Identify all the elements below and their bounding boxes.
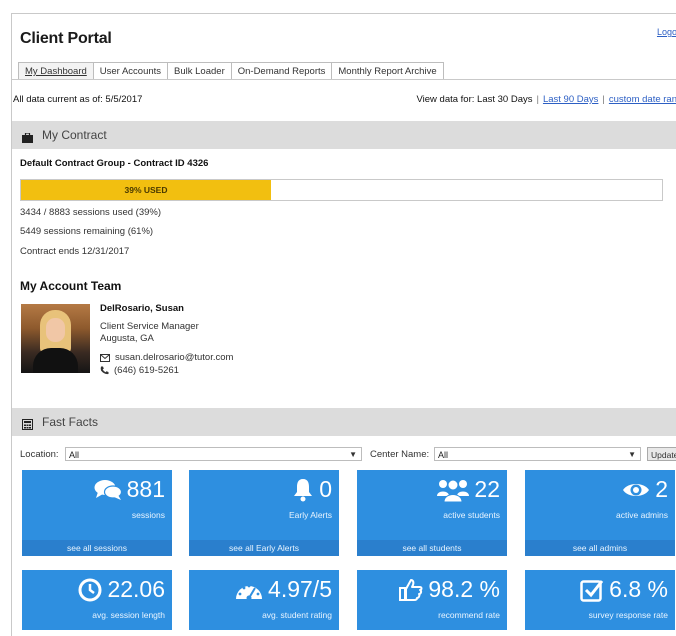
clock-icon xyxy=(78,578,102,601)
tab-user-accounts[interactable]: User Accounts xyxy=(92,62,169,80)
active-students-card: 22 active students see all students xyxy=(357,470,507,556)
center-name-label: Center Name: xyxy=(370,449,430,460)
contract-progress-bar: 39% USED xyxy=(20,179,663,201)
survey-response-rate-value: 6.8 % xyxy=(609,576,668,602)
avg-student-rating-card: 4.97/5 avg. student rating xyxy=(189,570,339,630)
page-title: Client Portal xyxy=(20,30,112,47)
recommend-rate-label: recommend rate xyxy=(438,610,500,620)
active-admins-label: active admins xyxy=(616,510,668,520)
tab-monthly-report-archive[interactable]: Monthly Report Archive xyxy=(331,62,444,80)
early-alerts-label: Early Alerts xyxy=(289,510,332,520)
view-data-label: View data for: Last 30 Days xyxy=(416,94,533,105)
fast-facts-header[interactable]: Fast Facts xyxy=(12,408,676,436)
active-admins-value: 2 xyxy=(655,476,668,502)
location-label: Location: xyxy=(20,449,59,460)
contract-progress-fill: 39% USED xyxy=(21,180,271,200)
fast-facts-filters: Location: All ▼ Center Name: All ▼ Updat… xyxy=(20,447,676,463)
tab-bulk-loader[interactable]: Bulk Loader xyxy=(167,62,232,80)
update-button[interactable]: Update xyxy=(647,447,676,461)
survey-response-rate-label: survey response rate xyxy=(588,610,668,620)
location-select[interactable]: All ▼ xyxy=(65,447,362,461)
center-name-select-value: All xyxy=(438,450,449,460)
dropdown-arrow-icon: ▼ xyxy=(628,450,636,459)
see-all-students-link[interactable]: see all students xyxy=(357,540,507,556)
logout-link[interactable]: Logo xyxy=(657,27,676,37)
data-current-text: All data current as of: 5/5/2017 xyxy=(13,94,143,105)
briefcase-icon xyxy=(22,130,33,143)
users-icon xyxy=(437,479,470,502)
recommend-rate-value: 98.2 % xyxy=(428,576,500,602)
calculator-icon xyxy=(22,417,33,430)
early-alerts-card: 0 Early Alerts see all Early Alerts xyxy=(189,470,339,556)
manager-email-row[interactable]: susan.delrosario@tutor.com xyxy=(100,352,233,363)
survey-response-rate-card: 6.8 % survey response rate xyxy=(525,570,675,630)
recommend-rate-card: 98.2 % recommend rate xyxy=(357,570,507,630)
fast-facts-title: Fast Facts xyxy=(42,415,99,429)
my-contract-header[interactable]: My Contract xyxy=(12,121,676,149)
active-students-value: 22 xyxy=(474,476,500,502)
eye-icon xyxy=(623,483,650,496)
last-90-days-link[interactable]: Last 90 Days xyxy=(543,94,598,105)
avg-session-length-value: 22.06 xyxy=(107,576,165,602)
avg-student-rating-value: 4.97/5 xyxy=(268,576,332,602)
nav-tabs: My Dashboard User Accounts Bulk Loader O… xyxy=(18,62,444,80)
bell-icon xyxy=(294,478,313,501)
avg-session-length-label: avg. session length xyxy=(92,610,165,620)
thumbs-up-icon xyxy=(399,578,423,601)
sessions-label: sessions xyxy=(131,510,165,520)
date-range-selector: View data for: Last 30 Days | Last 90 Days… xyxy=(416,94,676,105)
avg-student-rating-label: avg. student rating xyxy=(262,610,332,620)
client-portal-window: Client Portal Logo My Dashboard User Acc… xyxy=(11,13,676,636)
check-square-icon xyxy=(580,579,604,602)
active-students-label: active students xyxy=(443,510,500,520)
manager-phone-row: (646) 619-5261 xyxy=(100,365,179,376)
avatar xyxy=(21,304,90,373)
gauge-icon xyxy=(236,584,263,600)
manager-location: Augusta, GA xyxy=(100,333,154,344)
contract-group: Default Contract Group - Contract ID 432… xyxy=(20,158,209,169)
see-all-early-alerts-link[interactable]: see all Early Alerts xyxy=(189,540,339,556)
dropdown-arrow-icon: ▼ xyxy=(349,450,357,459)
early-alerts-value: 0 xyxy=(319,476,332,502)
location-select-value: All xyxy=(69,450,80,460)
center-name-select[interactable]: All ▼ xyxy=(434,447,641,461)
envelope-icon xyxy=(100,353,110,362)
manager-phone: (646) 619-5261 xyxy=(114,365,179,376)
sessions-used-text: 3434 / 8883 sessions used (39%) xyxy=(20,207,162,218)
custom-date-range-link[interactable]: custom date ran xyxy=(609,94,676,105)
sessions-remaining-text: 5449 sessions remaining (61%) xyxy=(20,226,154,237)
active-admins-card: 2 active admins see all admins xyxy=(525,470,675,556)
sessions-card: 881 sessions see all sessions xyxy=(22,470,172,556)
comments-icon xyxy=(94,479,122,500)
see-all-sessions-link[interactable]: see all sessions xyxy=(22,540,172,556)
tab-my-dashboard[interactable]: My Dashboard xyxy=(18,62,94,80)
tab-on-demand-reports[interactable]: On-Demand Reports xyxy=(230,62,333,80)
avg-session-length-card: 22.06 avg. session length xyxy=(22,570,172,630)
contract-progress-label: 39% USED xyxy=(124,185,168,195)
manager-role: Client Service Manager xyxy=(100,321,199,332)
manager-email[interactable]: susan.delrosario@tutor.com xyxy=(115,352,233,363)
see-all-admins-link[interactable]: see all admins xyxy=(525,540,675,556)
phone-icon xyxy=(100,366,109,375)
contract-ends-text: Contract ends 12/31/2017 xyxy=(20,246,130,257)
sessions-value: 881 xyxy=(126,476,165,502)
account-team-title: My Account Team xyxy=(20,279,122,293)
my-contract-title: My Contract xyxy=(42,128,107,142)
tab-divider xyxy=(12,79,676,80)
manager-name: DelRosario, Susan xyxy=(100,303,184,314)
